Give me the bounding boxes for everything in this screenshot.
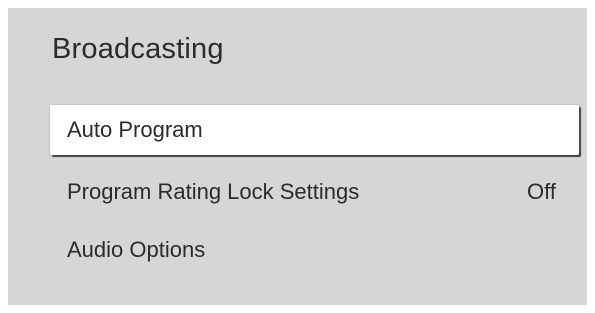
menu-item-label: Program Rating Lock Settings xyxy=(67,179,360,204)
menu-item-audio-options[interactable]: Audio Options xyxy=(50,225,579,275)
menu-item-label: Audio Options xyxy=(67,237,206,262)
menu-item-auto-program[interactable]: Auto Program xyxy=(50,105,579,155)
menu-item-program-rating-lock-settings[interactable]: Program Rating Lock Settings Off xyxy=(50,167,579,217)
menu-item-label: Auto Program xyxy=(67,117,203,142)
broadcasting-menu-panel: Broadcasting Auto Program Program Rating… xyxy=(8,8,587,305)
menu-title: Broadcasting xyxy=(52,33,224,65)
menu-item-value: Off xyxy=(527,179,556,204)
